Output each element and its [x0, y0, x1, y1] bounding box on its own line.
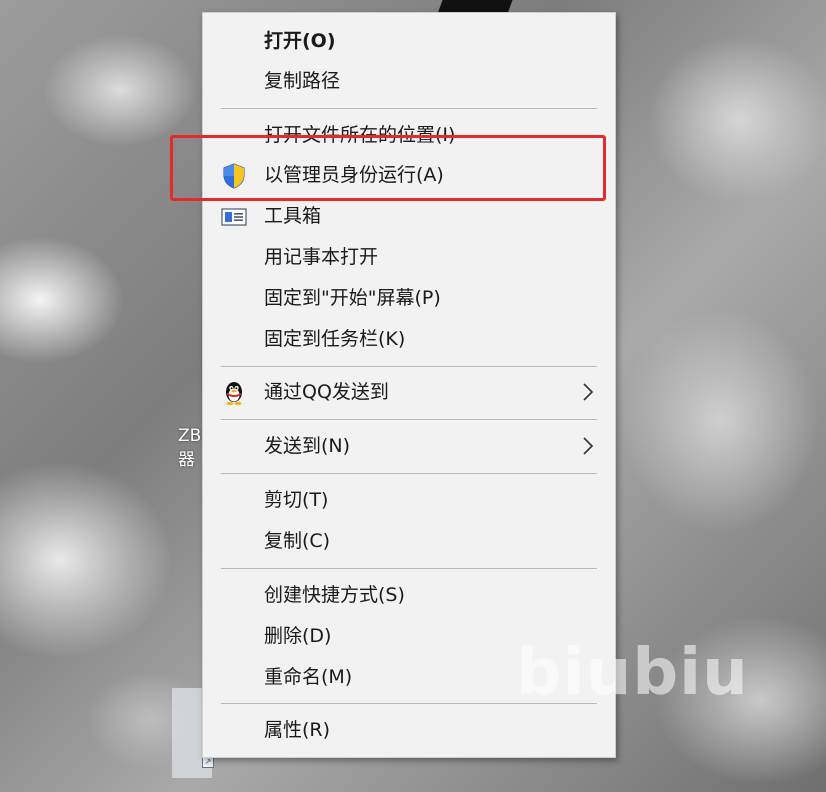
menu-item-label: 重命名(M) — [264, 666, 353, 688]
menu-item-label: 打开(O) — [264, 30, 336, 52]
menu-item-label: 属性(R) — [264, 719, 331, 741]
menu-separator — [221, 473, 597, 474]
toolbox-icon — [221, 204, 247, 230]
menu-item-open-file-location[interactable]: 打开文件所在的位置(I) — [203, 115, 615, 155]
menu-item-open-with-notepad[interactable]: 用记事本打开 — [203, 237, 615, 277]
menu-item-open[interactable]: 打开(O) — [203, 21, 615, 61]
menu-item-delete[interactable]: 删除(D) — [203, 616, 615, 656]
menu-separator — [221, 419, 597, 420]
menu-item-label: 剪切(T) — [264, 489, 329, 511]
menu-item-copy-path[interactable]: 复制路径 — [203, 61, 615, 101]
menu-item-toolbox[interactable]: 工具箱 — [203, 196, 615, 236]
menu-item-label: 固定到任务栏(K) — [264, 328, 406, 350]
menu-item-label: 复制路径 — [264, 70, 341, 92]
menu-item-label: 通过QQ发送到 — [264, 381, 389, 403]
menu-item-label: 删除(D) — [264, 625, 332, 647]
menu-item-run-as-admin[interactable]: 以管理员身份运行(A) — [203, 155, 615, 195]
menu-item-copy[interactable]: 复制(C) — [203, 521, 615, 561]
menu-separator — [221, 366, 597, 367]
menu-item-pin-to-taskbar[interactable]: 固定到任务栏(K) — [203, 319, 615, 359]
chevron-right-icon — [583, 437, 594, 455]
menu-item-label: 发送到(N) — [264, 435, 351, 457]
menu-item-cut[interactable]: 剪切(T) — [203, 480, 615, 520]
chevron-right-icon — [583, 383, 594, 401]
menu-item-label: 以管理员身份运行(A) — [264, 164, 444, 186]
menu-item-label: 复制(C) — [264, 530, 331, 552]
menu-item-properties[interactable]: 属性(R) — [203, 710, 615, 750]
menu-item-pin-to-start[interactable]: 固定到"开始"屏幕(P) — [203, 278, 615, 318]
context-menu: 打开(O) 复制路径 打开文件所在的位置(I) 以管理员身份运行(A) 工具箱 … — [202, 12, 616, 758]
menu-separator — [221, 703, 597, 704]
menu-item-create-shortcut[interactable]: 创建快捷方式(S) — [203, 575, 615, 615]
menu-item-label: 固定到"开始"屏幕(P) — [264, 287, 441, 309]
uac-shield-icon — [221, 163, 247, 189]
menu-separator — [221, 108, 597, 109]
menu-item-send-to[interactable]: 发送到(N) — [203, 426, 615, 466]
menu-item-label: 打开文件所在的位置(I) — [264, 124, 456, 146]
menu-item-label: 创建快捷方式(S) — [264, 584, 405, 606]
menu-item-rename[interactable]: 重命名(M) — [203, 657, 615, 697]
menu-item-label: 工具箱 — [264, 205, 322, 227]
menu-item-label: 用记事本打开 — [264, 246, 379, 268]
qq-penguin-icon — [221, 380, 247, 406]
menu-separator — [221, 568, 597, 569]
menu-item-send-via-qq[interactable]: 通过QQ发送到 — [203, 372, 615, 412]
